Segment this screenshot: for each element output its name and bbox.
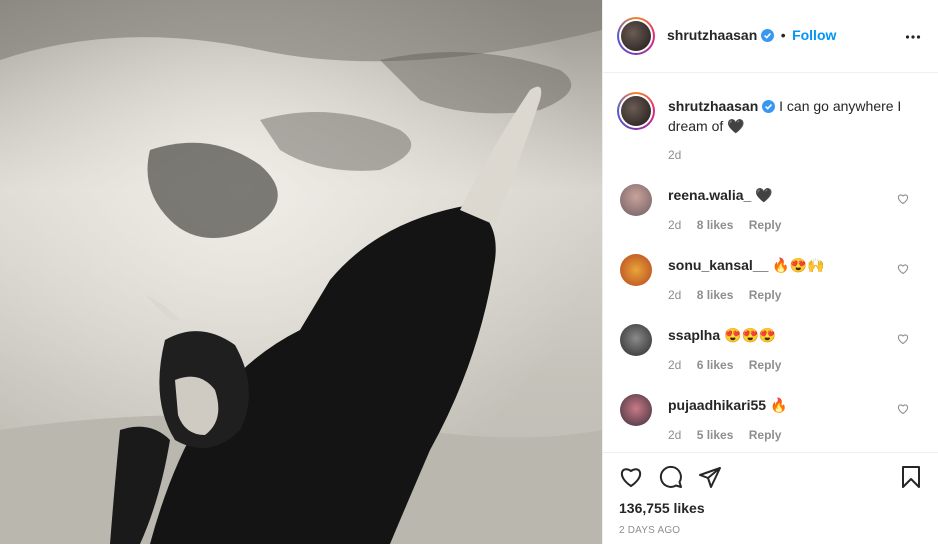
comment-meta: 2d 8 likes Reply — [668, 218, 793, 232]
comment-username[interactable]: reena.walia_ — [668, 187, 751, 203]
comment-body: reena.walia_ 🖤 — [668, 187, 773, 204]
comment-likes[interactable]: 5 likes — [697, 428, 734, 442]
caption-avatar[interactable] — [621, 96, 651, 126]
comment-time[interactable]: 2d — [668, 288, 681, 302]
comment-likes[interactable]: 8 likes — [697, 288, 734, 302]
author-username[interactable]: shrutzhaasan — [667, 27, 757, 43]
likes-count[interactable]: 136,755 likes — [619, 500, 705, 516]
comment-username[interactable]: sonu_kansal__ — [668, 257, 768, 273]
comment-item: reena.walia_ 🖤 2d 8 likes Reply — [603, 184, 938, 254]
post-actions-bar: 136,755 likes 2 DAYS AGO — [603, 452, 938, 545]
comment-reply-button[interactable]: Reply — [749, 288, 782, 302]
comment-meta: 2d 8 likes Reply — [668, 288, 793, 302]
post-date[interactable]: 2 DAYS AGO — [619, 525, 680, 536]
commenter-avatar[interactable] — [620, 394, 652, 426]
comment-time[interactable]: 2d — [668, 218, 681, 232]
comment-text: 😍😍😍 — [724, 327, 777, 343]
comment-reply-button[interactable]: Reply — [749, 218, 782, 232]
caption-username[interactable]: shrutzhaasan — [668, 98, 758, 114]
comment-likes[interactable]: 8 likes — [697, 218, 734, 232]
separator-dot: • — [780, 27, 786, 43]
commenter-avatar[interactable] — [620, 254, 652, 286]
comment-text: 🖤 — [755, 187, 773, 203]
post-caption: shrutzhaasan I can go anywhere I dream o… — [668, 96, 908, 136]
comment-time[interactable]: 2d — [668, 428, 681, 442]
heart-icon[interactable] — [897, 263, 909, 275]
comment-reply-button[interactable]: Reply — [749, 358, 782, 372]
header-user-line: shrutzhaasan • Follow — [667, 27, 836, 45]
comment-item: ssaplha 😍😍😍 2d 6 likes Reply — [603, 324, 938, 394]
post-side-panel: shrutzhaasan • Follow shrutzhaasan I can… — [602, 0, 938, 544]
comment-meta: 2d 5 likes Reply — [668, 428, 793, 442]
comment-body: pujaadhikari55 🔥 — [668, 397, 787, 414]
comment-likes[interactable]: 6 likes — [697, 358, 734, 372]
heart-icon[interactable] — [619, 465, 643, 489]
comment-username[interactable]: pujaadhikari55 — [668, 397, 766, 413]
share-icon[interactable] — [698, 465, 722, 489]
comment-meta: 2d 6 likes Reply — [668, 358, 793, 372]
post-header: shrutzhaasan • Follow — [603, 0, 938, 73]
caption-time[interactable]: 2d — [668, 148, 681, 162]
comment-username[interactable]: ssaplha — [668, 327, 720, 343]
comment-body: ssaplha 😍😍😍 — [668, 327, 776, 344]
commenter-avatar[interactable] — [620, 324, 652, 356]
verified-badge-icon — [761, 29, 775, 42]
more-options-icon[interactable] — [905, 28, 921, 44]
comment-icon[interactable] — [659, 465, 683, 489]
comment-body: sonu_kansal__ 🔥😍🙌 — [668, 257, 825, 274]
follow-button[interactable]: Follow — [792, 27, 836, 43]
comment-item: sonu_kansal__ 🔥😍🙌 2d 8 likes Reply — [603, 254, 938, 324]
comment-text: 🔥 — [769, 397, 788, 413]
underwater-photo-image — [0, 0, 602, 544]
heart-icon[interactable] — [897, 333, 909, 345]
commenter-avatar[interactable] — [620, 184, 652, 216]
comment-text: 🔥😍🙌 — [772, 257, 825, 273]
heart-icon[interactable] — [897, 403, 909, 415]
comment-reply-button[interactable]: Reply — [749, 428, 782, 442]
post-photo[interactable] — [0, 0, 602, 544]
verified-badge-icon — [762, 100, 776, 113]
author-avatar[interactable] — [621, 21, 651, 51]
heart-icon[interactable] — [897, 193, 909, 205]
bookmark-icon[interactable] — [899, 465, 923, 489]
comment-time[interactable]: 2d — [668, 358, 681, 372]
